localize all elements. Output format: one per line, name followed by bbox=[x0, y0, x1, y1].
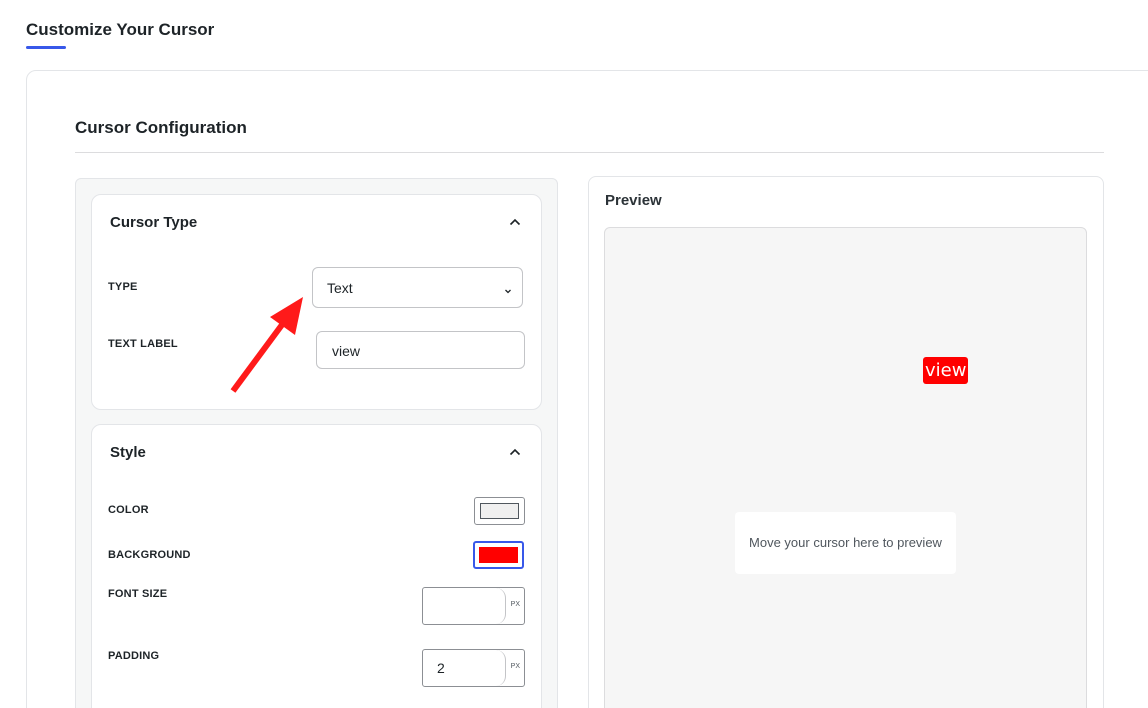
cursor-preview: view bbox=[923, 357, 969, 384]
background-swatch-fill bbox=[479, 547, 518, 563]
red-arrow-icon bbox=[225, 290, 310, 405]
cursor-type-panel: Cursor Type TYPE Text TEXT LABEL view bbox=[91, 194, 542, 410]
color-swatch-fill bbox=[480, 503, 519, 519]
page-title-underline bbox=[26, 46, 66, 49]
section-title: Cursor Configuration bbox=[75, 118, 247, 137]
font-size-label: FONT SIZE bbox=[108, 588, 168, 600]
preview-title: Preview bbox=[605, 192, 662, 209]
padding-unit: PX bbox=[510, 663, 520, 670]
padding-input: 2 PX bbox=[422, 649, 525, 687]
type-label: TYPE bbox=[108, 281, 138, 293]
type-select[interactable]: Text bbox=[312, 267, 523, 308]
padding-label: PADDING bbox=[108, 650, 160, 662]
color-label: COLOR bbox=[108, 504, 149, 516]
chevron-up-icon[interactable] bbox=[507, 214, 523, 230]
font-size-unit: PX bbox=[510, 601, 520, 608]
text-label-label: TEXT LABEL bbox=[108, 338, 178, 350]
page-title: Customize Your Cursor bbox=[26, 20, 215, 39]
chevron-up-icon[interactable] bbox=[507, 444, 523, 460]
preview-hint: Move your cursor here to preview bbox=[735, 512, 956, 574]
text-label-input[interactable]: view bbox=[316, 331, 525, 369]
preview-area[interactable] bbox=[604, 227, 1087, 708]
section-divider bbox=[75, 152, 1104, 153]
background-label: BACKGROUND bbox=[108, 549, 191, 561]
style-panel-title: Style bbox=[110, 444, 146, 461]
background-swatch[interactable] bbox=[473, 541, 524, 569]
cursor-type-panel-title: Cursor Type bbox=[110, 214, 198, 231]
font-size-field[interactable] bbox=[423, 588, 506, 624]
font-size-input: PX bbox=[422, 587, 525, 625]
padding-field[interactable]: 2 bbox=[423, 650, 506, 686]
type-select-value: Text bbox=[327, 280, 353, 296]
color-swatch[interactable] bbox=[474, 497, 525, 525]
style-panel: Style COLOR BACKGROUND FONT SIZE PX PADD… bbox=[91, 424, 542, 708]
chevron-down-icon bbox=[503, 283, 513, 294]
